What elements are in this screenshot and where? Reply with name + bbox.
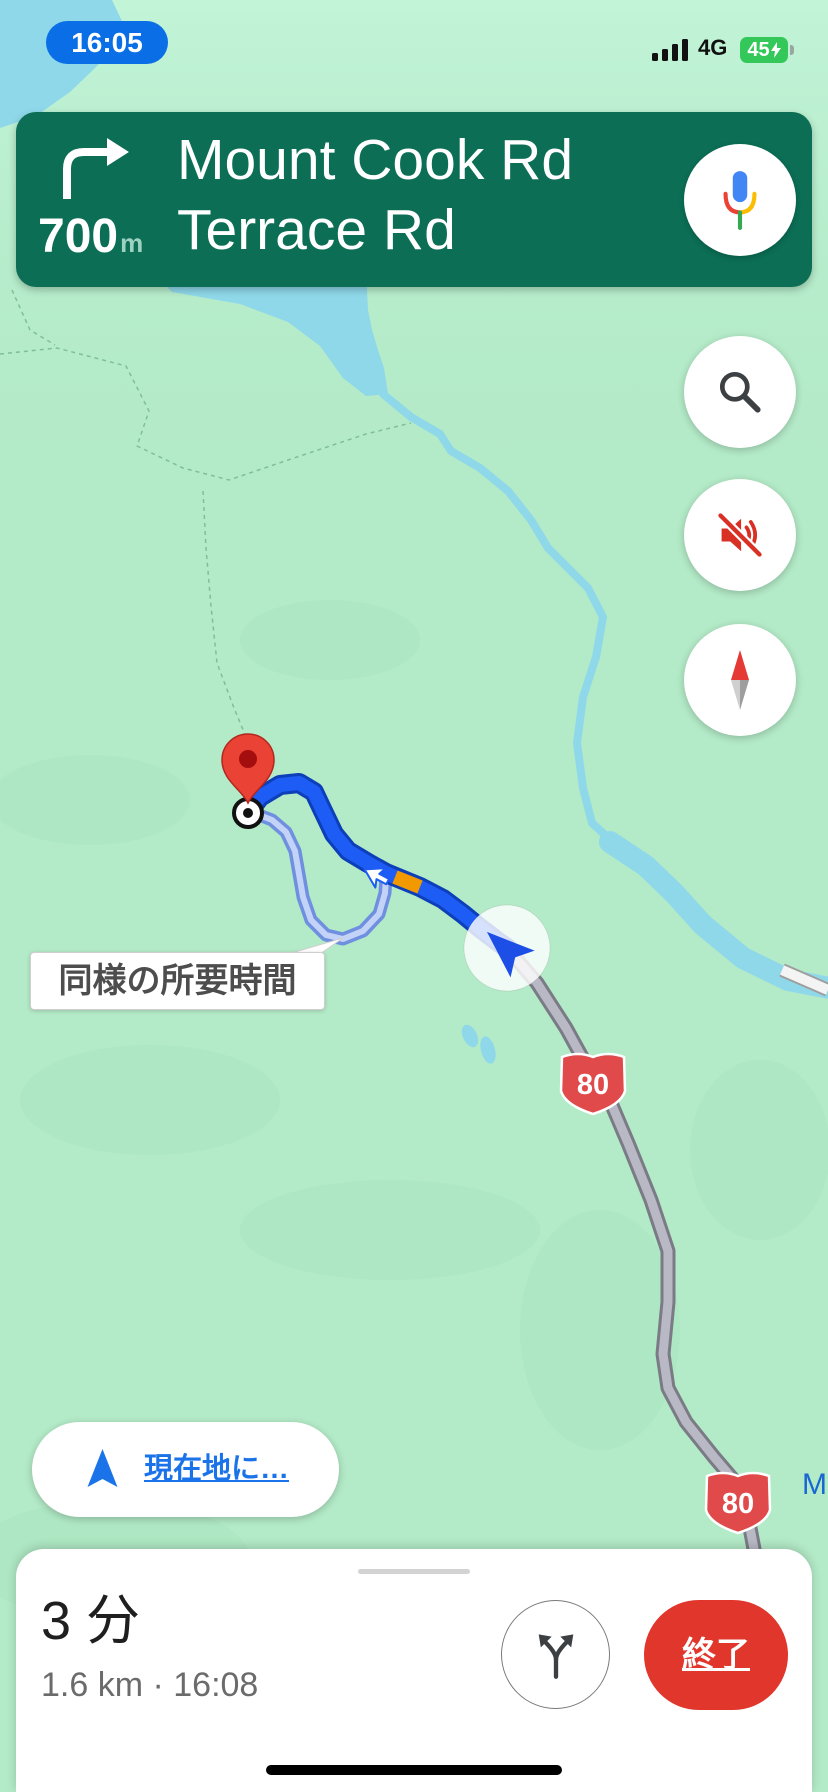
maneuver-distance: 700m [38,212,143,273]
alt-routes-icon [538,1633,573,1679]
recenter-button[interactable]: 現在地に… [32,1422,339,1517]
volume-off-icon [716,511,764,559]
trip-distance-eta: 1.6 km · 16:08 [41,1666,259,1704]
highway-shield-number: 80 [577,1069,609,1101]
destination-point-center [243,808,253,818]
street-secondary: Terrace Rd [177,198,456,262]
battery-indicator: 45 [740,37,788,63]
turn-right-icon [63,138,129,199]
mic-icon [723,171,757,230]
map-place-label[interactable]: M [802,1468,827,1501]
recenter-label: 現在地に… [144,1453,290,1485]
highway-shield-number: 80 [722,1488,754,1520]
search-icon [719,371,761,413]
status-time[interactable]: 16:05 [46,21,168,64]
trip-summary-sheet[interactable]: 3 分 1.6 km · 16:08 終了 [16,1549,812,1792]
network-type: 4G [698,35,728,60]
sheet-drag-handle[interactable] [358,1569,470,1574]
current-location[interactable] [463,904,551,992]
compass-button[interactable] [684,624,796,736]
alternate-route-label[interactable]: 同様の所要時間 [30,952,325,1010]
home-indicator[interactable] [266,1765,562,1775]
mute-button[interactable] [684,479,796,591]
compass-icon [731,650,749,710]
trip-duration: 3 分 [41,1591,141,1651]
search-along-route-button[interactable] [684,336,796,448]
navigation-banner[interactable]: 700m Mount Cook Rd Terrace Rd [16,112,812,287]
charging-icon [770,42,781,58]
signal-icon [652,39,688,61]
navigation-arrow-icon [87,1449,118,1487]
destination-pin-dot [239,750,257,768]
maneuver-distance-unit: m [120,228,144,258]
voice-search-button[interactable] [684,144,796,256]
battery-level: 45 [747,39,770,61]
alternate-routes-button[interactable] [501,1600,610,1709]
street-primary: Mount Cook Rd [177,128,574,192]
battery-nub [790,45,794,55]
end-navigation-button[interactable]: 終了 [644,1600,788,1710]
route-slow-traffic-segment [392,870,423,894]
maneuver-distance-value: 700 [38,210,119,263]
